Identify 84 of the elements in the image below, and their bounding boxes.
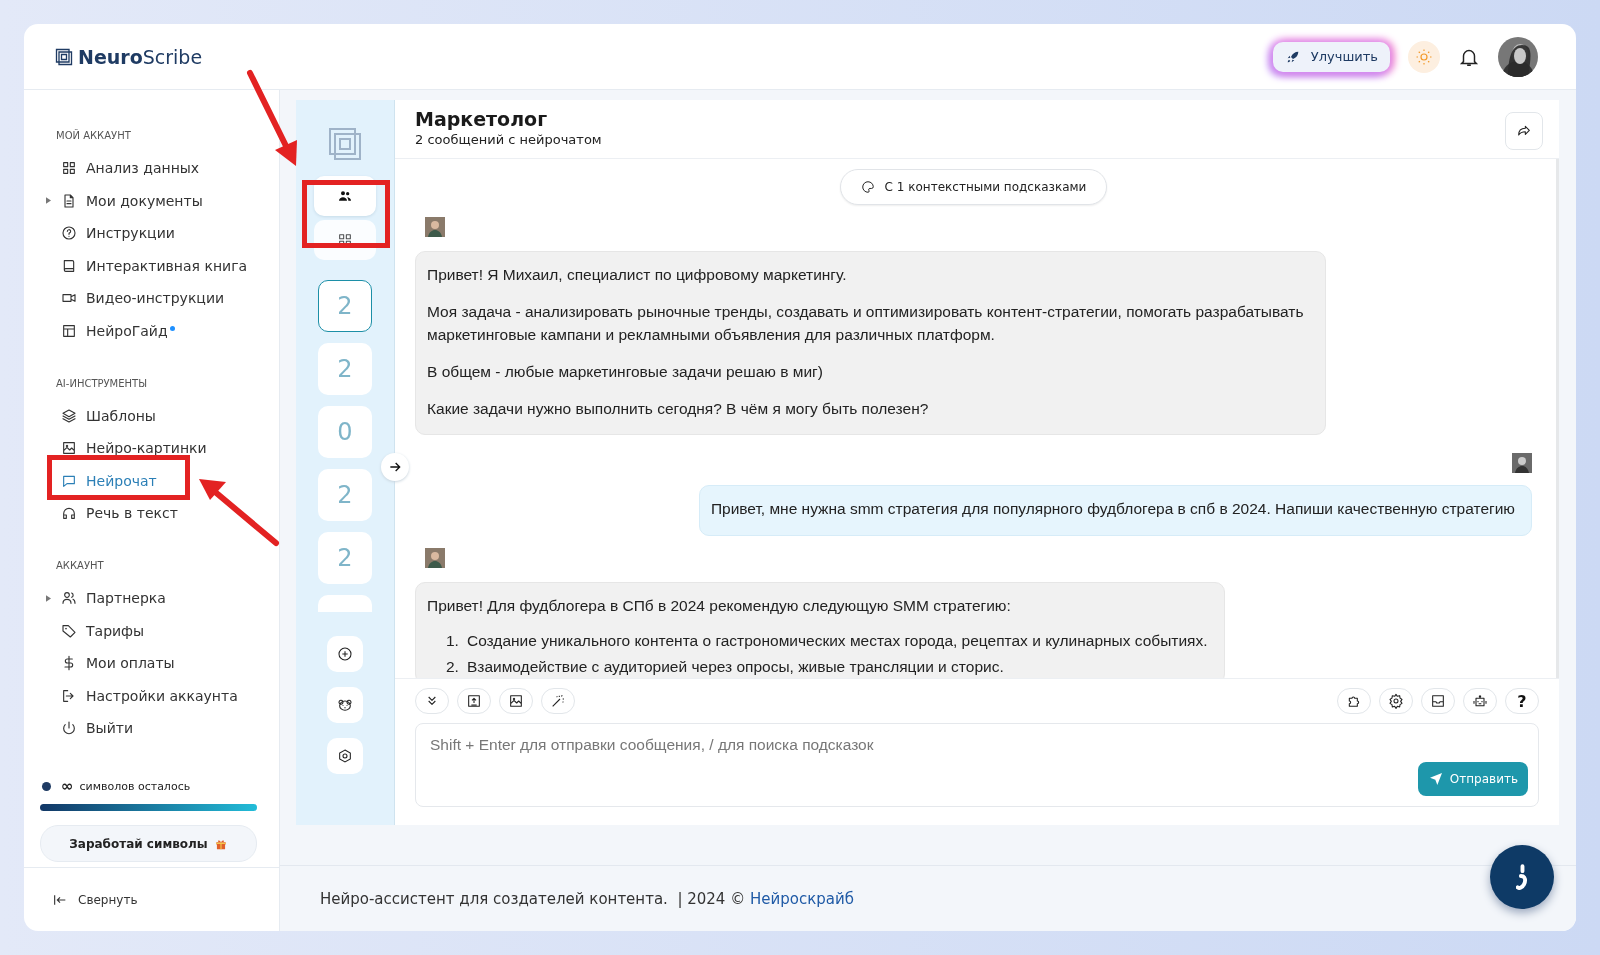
robot-button[interactable] bbox=[1463, 688, 1497, 714]
list-number: 2. bbox=[446, 657, 459, 677]
document-icon bbox=[61, 192, 77, 209]
sidebar-item[interactable]: Мои документы bbox=[46, 189, 203, 212]
sun-icon bbox=[1415, 47, 1433, 66]
image-icon bbox=[508, 693, 524, 709]
help-button[interactable]: ? bbox=[1505, 688, 1539, 714]
section-title: AI-ИНСТРУМЕНТЫ bbox=[56, 377, 148, 389]
book-icon bbox=[61, 257, 77, 274]
settings-button[interactable] bbox=[1379, 688, 1413, 714]
upgrade-button[interactable]: Улучшить bbox=[1272, 41, 1390, 72]
footer-link[interactable]: Нейроскрайб bbox=[749, 889, 854, 908]
panda-icon bbox=[337, 697, 353, 713]
upload-button[interactable] bbox=[457, 688, 491, 714]
message-text: Привет, мне нужна smm стратегия для популярного фудблогера в спб в 2024. Напиши качественную стратегию bbox=[710, 499, 1515, 519]
people-icon bbox=[337, 188, 353, 204]
message-text: В общем - любые маркетинговые задачи решаю в миг) bbox=[427, 362, 824, 382]
image-button[interactable] bbox=[499, 688, 533, 714]
new-chat-button[interactable] bbox=[327, 636, 363, 672]
chat-title: Маркетолог bbox=[415, 108, 549, 130]
sidebar-item[interactable]: Нейрочат bbox=[46, 469, 157, 492]
sidebar-item[interactable]: Настройки аккаунта bbox=[46, 684, 238, 707]
headphones-icon bbox=[61, 505, 77, 521]
message-text: Привет! Я Михаил, специалист по цифровому маркетингу. bbox=[427, 265, 848, 285]
upload-icon bbox=[466, 693, 482, 709]
sidebar-item[interactable]: Шаблоны bbox=[46, 404, 156, 427]
panda-button[interactable] bbox=[327, 687, 363, 723]
grid-icon bbox=[61, 160, 77, 176]
list-text: Создание уникального контента о гастрономических местах города, рецептах и кулинарных событиях. bbox=[466, 631, 1208, 651]
tag-icon bbox=[61, 622, 77, 639]
share-button[interactable] bbox=[1505, 112, 1543, 150]
table-icon bbox=[61, 322, 77, 339]
sidebar-item[interactable]: Мои оплаты bbox=[46, 652, 175, 674]
robot-icon bbox=[1472, 693, 1488, 709]
logo-icon bbox=[54, 46, 74, 67]
sidebar-item[interactable]: Тарифы bbox=[46, 619, 145, 642]
symbols-amount: ∞ bbox=[61, 779, 74, 794]
users-icon bbox=[61, 590, 77, 606]
chat-subtitle: 2 сообщений с нейрочатом bbox=[415, 132, 602, 147]
message-text: Какие задачи нужно выполнить сегодня? В чём я могу быть полезен? bbox=[427, 399, 930, 419]
sidebar-item[interactable]: Партнерка bbox=[46, 587, 166, 609]
expand-button[interactable] bbox=[381, 453, 409, 481]
status-dot bbox=[42, 782, 51, 791]
collapse-button[interactable]: Свернуть bbox=[46, 890, 144, 909]
list-number: 1. bbox=[446, 631, 459, 651]
sidebar-item[interactable]: НейроГайд bbox=[46, 319, 175, 342]
chevrons-down-button[interactable] bbox=[415, 688, 449, 714]
section-title: АККАУНТ bbox=[56, 560, 105, 571]
section-title: МОЙ АККАУНТ bbox=[56, 130, 132, 141]
grid-tab[interactable] bbox=[314, 220, 376, 260]
caret-icon bbox=[46, 197, 51, 204]
brand-name: NeuroScribe bbox=[78, 45, 203, 68]
sidebar-item[interactable]: Нейро-картинки bbox=[46, 437, 207, 459]
settings-button[interactable] bbox=[327, 738, 363, 774]
message-text: Моя задача - анализировать рыночные тренды, создавать и оптимизировать контент-стратегии, помогать разрабатывать маркетинговые кампани и рекламными объявления для различных платформ. bbox=[427, 302, 1305, 345]
inbox-icon bbox=[1430, 693, 1446, 709]
send-icon bbox=[1427, 771, 1444, 787]
puzzle-button[interactable] bbox=[1337, 688, 1371, 714]
earn-symbols-button[interactable]: Заработай символы bbox=[40, 825, 257, 862]
context-hints-button[interactable]: С 1 контекстными подсказками bbox=[839, 169, 1108, 205]
sidebar-item[interactable]: Выйти bbox=[46, 717, 133, 739]
theme-toggle[interactable] bbox=[1408, 40, 1440, 73]
caret-icon bbox=[46, 594, 51, 602]
sidebar-item[interactable]: Речь в текст bbox=[46, 502, 178, 524]
sidebar-item[interactable]: Инструкции bbox=[46, 222, 175, 244]
layers-icon bbox=[61, 407, 77, 424]
sidebar-item[interactable]: Видео-инструкции bbox=[46, 287, 225, 309]
image-icon bbox=[61, 440, 77, 456]
settings-icon bbox=[1388, 693, 1404, 709]
inbox-button[interactable] bbox=[1421, 688, 1455, 714]
power-icon bbox=[61, 720, 77, 736]
puzzle-icon bbox=[1346, 693, 1362, 709]
sidebar-item[interactable]: Интерактивная книга bbox=[46, 254, 248, 277]
symbols-label: символов осталось bbox=[79, 780, 191, 793]
list-text: Взаимодействие с аудиторией через опросы, живые трансляции и сторис. bbox=[466, 657, 1004, 677]
magic-wand-icon bbox=[550, 693, 566, 709]
new-dot bbox=[169, 325, 175, 331]
plus-icon bbox=[337, 646, 353, 662]
sidebar-item[interactable]: Анализ данных bbox=[46, 157, 200, 179]
help-icon bbox=[61, 225, 77, 241]
message-text: Привет! Для фудблогера в СПб в 2024 рекомендую следующую SMM стратегию: bbox=[427, 596, 1012, 616]
footer-text: Нейро-ассистент для создателей контента. | 2024 © Нейроскрайб bbox=[320, 889, 854, 908]
share-icon bbox=[1516, 123, 1532, 139]
settings-icon bbox=[337, 748, 353, 764]
